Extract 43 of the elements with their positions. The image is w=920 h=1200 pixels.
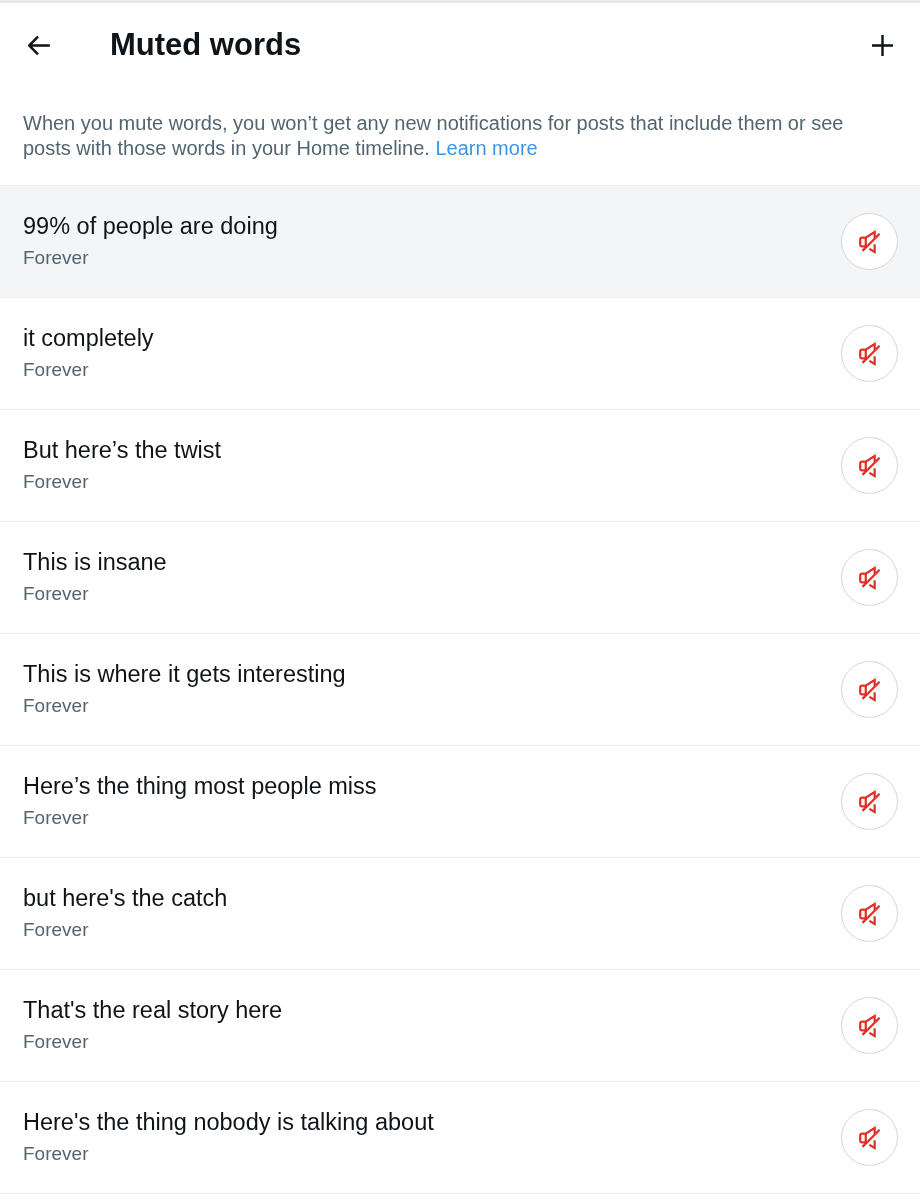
muted-speaker-icon bbox=[859, 453, 880, 478]
mute-duration: Forever bbox=[23, 917, 89, 942]
muted-word: 99% of people are doing bbox=[23, 211, 278, 240]
muted-word: it completely bbox=[23, 323, 154, 352]
mute-duration: Forever bbox=[23, 1029, 89, 1054]
unmute-button[interactable] bbox=[841, 661, 898, 718]
unmute-button[interactable] bbox=[841, 773, 898, 830]
muted-word: This is insane bbox=[23, 547, 167, 576]
muted-word-row[interactable]: 99% of people are doing Forever bbox=[0, 186, 920, 298]
muted-speaker-icon bbox=[859, 789, 880, 814]
muted-word: Here’s the thing most people miss bbox=[23, 771, 377, 800]
muted-speaker-icon bbox=[859, 1125, 880, 1150]
muted-word: But here’s the twist bbox=[23, 435, 222, 464]
muted-word: This is where it gets interesting bbox=[23, 659, 346, 688]
mute-duration: Forever bbox=[23, 693, 89, 718]
unmute-button[interactable] bbox=[841, 213, 898, 270]
mute-duration: Forever bbox=[23, 357, 89, 382]
unmute-button[interactable] bbox=[841, 1109, 898, 1166]
muted-word: That's the real story here bbox=[23, 995, 283, 1024]
back-arrow-icon bbox=[27, 34, 51, 56]
muted-speaker-icon bbox=[859, 341, 880, 366]
mute-duration: Forever bbox=[23, 245, 89, 270]
mute-duration: Forever bbox=[23, 581, 89, 606]
muted-speaker-icon bbox=[859, 1013, 880, 1038]
unmute-button[interactable] bbox=[841, 997, 898, 1054]
muted-speaker-icon bbox=[859, 901, 880, 926]
mute-duration: Forever bbox=[23, 1141, 89, 1166]
muted-speaker-icon bbox=[859, 565, 880, 590]
unmute-button[interactable] bbox=[841, 437, 898, 494]
muted-speaker-icon bbox=[859, 229, 880, 254]
mute-duration: Forever bbox=[23, 469, 89, 494]
page-title: Muted words bbox=[110, 27, 303, 63]
unmute-button[interactable] bbox=[841, 885, 898, 942]
plus-icon bbox=[871, 34, 893, 56]
back-button[interactable] bbox=[27, 33, 51, 57]
muted-word: Here's the thing nobody is talking about bbox=[23, 1107, 434, 1136]
mute-duration: Forever bbox=[23, 805, 89, 830]
muted-speaker-icon bbox=[859, 677, 880, 702]
unmute-button[interactable] bbox=[841, 325, 898, 382]
muted-word: but here's the catch bbox=[23, 883, 228, 912]
unmute-button[interactable] bbox=[841, 549, 898, 606]
description-text: When you mute words, you won’t get any new notifications for posts that include them or see posts with those words in your Home timeline. Learn more bbox=[22, 111, 845, 161]
add-button[interactable] bbox=[870, 33, 894, 57]
